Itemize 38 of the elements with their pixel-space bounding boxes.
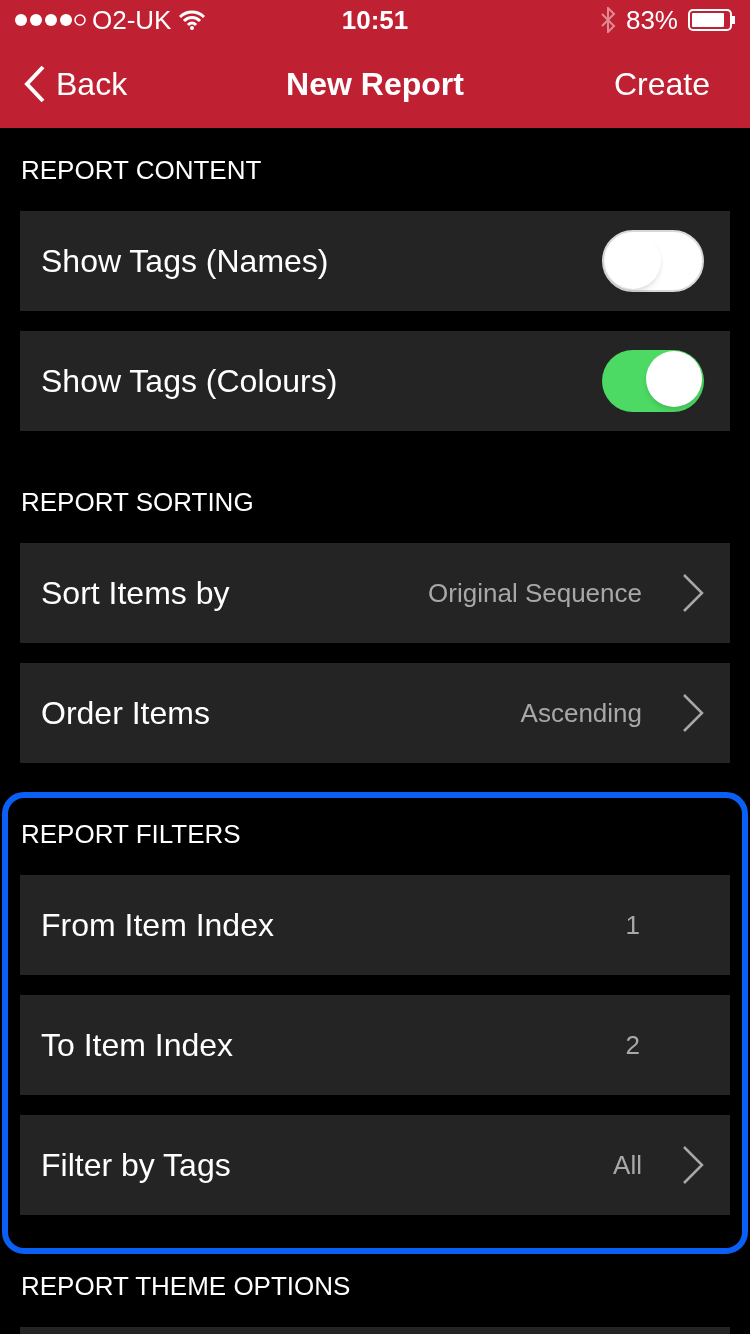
chevron-right-icon	[682, 573, 704, 613]
create-button[interactable]: Create	[613, 60, 710, 108]
settings-row[interactable]: Show Tags (Colours)	[20, 331, 730, 431]
back-button[interactable]: Back	[24, 60, 128, 108]
row-value: 2	[625, 1028, 640, 1062]
settings-row[interactable]: Sort Items by Original Sequence	[20, 543, 730, 643]
row-label: To Item Index	[41, 1026, 234, 1065]
section-header: REPORT THEME OPTIONS	[20, 1270, 352, 1302]
row-value: All	[613, 1148, 642, 1182]
toggle-switch[interactable]	[602, 230, 704, 292]
section-header: REPORT CONTENT	[20, 154, 263, 186]
settings-row[interactable]: To Item Index 2	[20, 995, 730, 1095]
row-value: Ascending	[520, 696, 642, 730]
wifi-icon	[179, 10, 206, 30]
row-label: Sort Items by	[41, 574, 230, 613]
section-header: REPORT FILTERS	[20, 818, 242, 850]
settings-row[interactable]: Order Items Ascending	[20, 663, 730, 763]
screen-title: New Report	[286, 65, 464, 104]
chevron-right-icon	[682, 693, 704, 733]
signal-strength-icon	[14, 12, 86, 28]
settings-row[interactable]: Show Tags (Names)	[20, 211, 730, 311]
settings-row[interactable]: Filter by Tags All	[20, 1115, 730, 1215]
chevron-right-icon	[682, 1145, 704, 1185]
row-label: Show Tags (Colours)	[41, 362, 338, 401]
battery-percentage: 83%	[625, 3, 678, 37]
section-header: REPORT SORTING	[20, 486, 255, 518]
bluetooth-icon	[599, 7, 616, 33]
settings-row[interactable]: From Item Index 1	[20, 875, 730, 975]
chevron-left-icon	[24, 65, 46, 103]
row-label: From Item Index	[41, 906, 274, 945]
battery-icon	[688, 9, 736, 31]
row-value: Original Sequence	[428, 576, 642, 610]
carrier-name: O2-UK	[92, 3, 172, 37]
row-value: 1	[625, 908, 640, 942]
row-label: Filter by Tags	[41, 1146, 231, 1185]
status-time: 10:51	[341, 3, 409, 37]
row-label: Show Tags (Names)	[41, 242, 329, 281]
row-label: Order Items	[41, 694, 210, 733]
